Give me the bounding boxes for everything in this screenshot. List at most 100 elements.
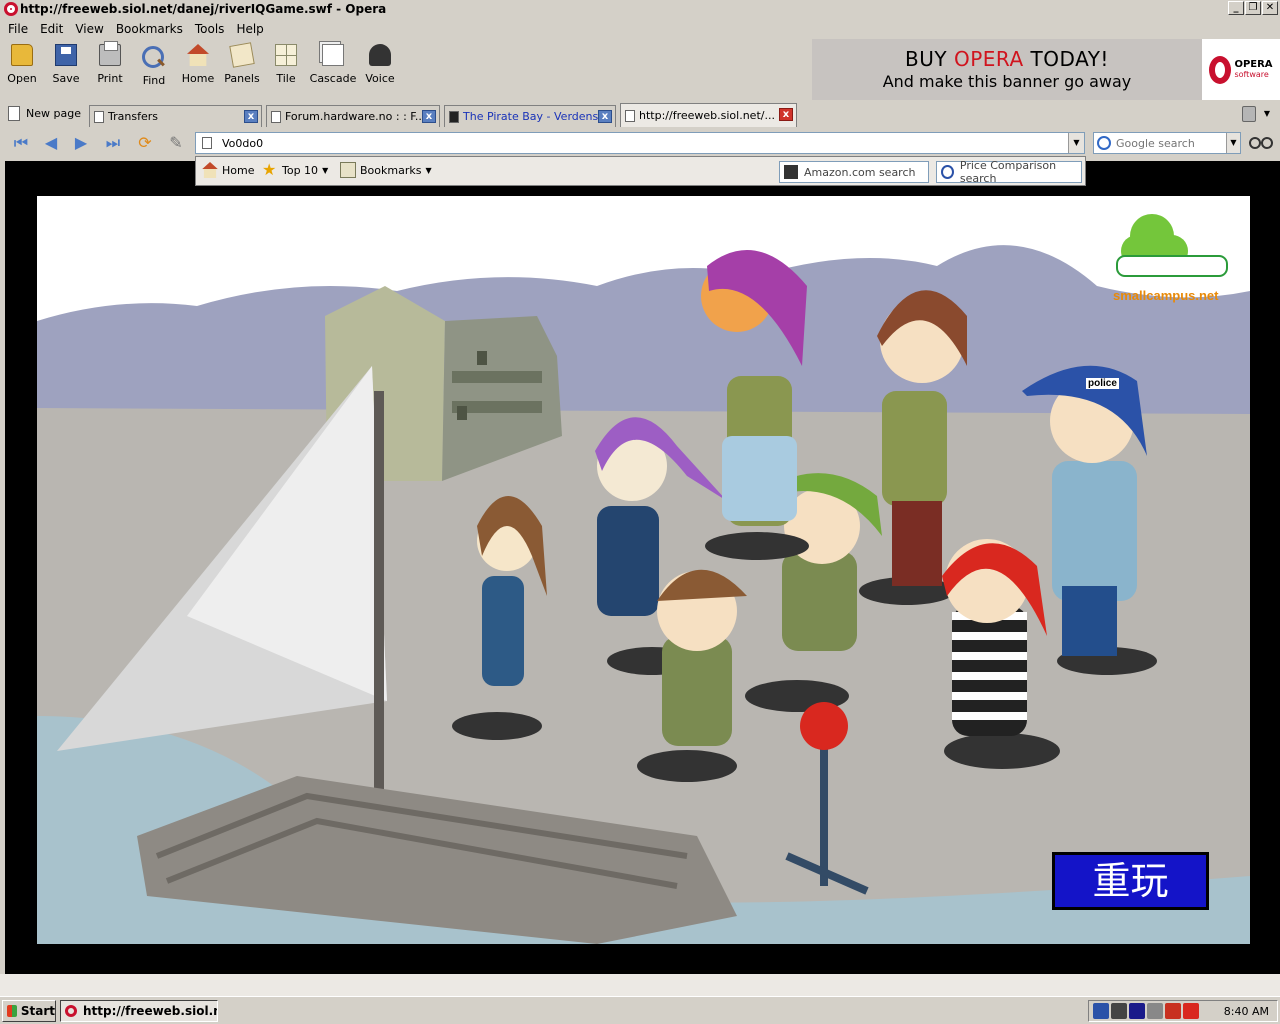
chevron-down-icon[interactable]: ▼ bbox=[1068, 133, 1084, 153]
print-button[interactable]: Print bbox=[88, 39, 132, 99]
panels-button[interactable]: Panels bbox=[220, 39, 264, 99]
amazon-icon bbox=[784, 165, 798, 179]
close-tab-icon[interactable]: x bbox=[779, 108, 793, 121]
page-icon bbox=[271, 110, 281, 123]
mast bbox=[374, 391, 384, 821]
opera-icon bbox=[4, 2, 18, 16]
address-field[interactable]: ▼ bbox=[195, 132, 1085, 154]
close-tab-icon[interactable]: x bbox=[598, 110, 612, 123]
fast-forward-icon[interactable]: ⏭ bbox=[102, 133, 124, 153]
banner-headline: BUY OPERA TODAY! bbox=[905, 47, 1109, 71]
floppy-icon bbox=[55, 44, 77, 66]
windows-flag-icon bbox=[7, 1005, 17, 1017]
house-icon bbox=[187, 44, 209, 66]
tab-bar: New page Transfers x Forum.hardware.no : … bbox=[0, 101, 1280, 127]
clock: 8:40 AM bbox=[1223, 1005, 1269, 1018]
tile-icon bbox=[275, 44, 297, 66]
personal-bookmarks[interactable]: Bookmarks ▼ bbox=[340, 162, 432, 178]
network-icon[interactable] bbox=[1093, 1003, 1109, 1019]
menu-file[interactable]: File bbox=[2, 22, 34, 36]
page-icon bbox=[625, 109, 635, 122]
forward-icon[interactable]: ▶ bbox=[70, 133, 92, 153]
status-bar bbox=[0, 974, 1280, 996]
steam-icon[interactable] bbox=[1111, 1003, 1127, 1019]
transfers-icon bbox=[94, 110, 104, 123]
edit-icon[interactable]: ✎ bbox=[165, 133, 187, 153]
opera-o-icon bbox=[1209, 55, 1232, 84]
tab-transfers[interactable]: Transfers x bbox=[89, 105, 262, 127]
tab-forum-hardware[interactable]: Forum.hardware.no : : F... x bbox=[266, 105, 440, 127]
personal-top10[interactable]: ★ Top 10 ▼ bbox=[262, 162, 328, 178]
opera-icon bbox=[65, 1005, 77, 1017]
window-controls: _ ❐ ✕ bbox=[1228, 1, 1278, 15]
menu-help[interactable]: Help bbox=[230, 22, 269, 36]
tab-freeweb-siol[interactable]: http://freeweb.siol.net/... x bbox=[620, 103, 797, 127]
tab-pirate-bay[interactable]: The Pirate Bay - Verdens... x bbox=[444, 105, 616, 127]
address-input[interactable] bbox=[222, 136, 1062, 150]
home-button[interactable]: Home bbox=[176, 39, 220, 99]
panels-icon bbox=[229, 42, 255, 68]
search-field[interactable]: ▼ bbox=[1093, 132, 1241, 154]
banner-subline: And make this banner go away bbox=[882, 72, 1132, 91]
chevron-down-icon: ▼ bbox=[425, 165, 432, 175]
bookmark-icon bbox=[340, 162, 356, 178]
chevron-down-icon[interactable]: ▼ bbox=[1226, 133, 1240, 153]
menu-edit[interactable]: Edit bbox=[34, 22, 69, 36]
opera-logo: OPERA software bbox=[1202, 39, 1280, 100]
find-button[interactable]: Find bbox=[132, 39, 176, 99]
taskbar-item-opera[interactable]: http://freeweb.siol.n... bbox=[60, 1000, 218, 1022]
volume-icon[interactable] bbox=[1147, 1003, 1163, 1019]
close-button[interactable]: ✕ bbox=[1262, 1, 1278, 15]
ad-banner[interactable]: BUY OPERA TODAY! And make this banner go… bbox=[812, 39, 1202, 100]
menu-bar: File Edit View Bookmarks Tools Help bbox=[0, 19, 1280, 39]
magnifier-icon bbox=[142, 46, 164, 68]
voice-button[interactable]: Voice bbox=[358, 39, 402, 99]
page-icon bbox=[8, 106, 20, 121]
flash-game[interactable] bbox=[37, 196, 1250, 944]
main-toolbar: Open Save Print Find Home Panels Tile Ca… bbox=[0, 39, 812, 99]
back-icon[interactable]: ◀ bbox=[40, 133, 62, 153]
minimize-button[interactable]: _ bbox=[1228, 1, 1244, 15]
star-icon: ★ bbox=[262, 160, 277, 179]
replay-button[interactable]: 重玩 bbox=[1052, 852, 1209, 910]
price-icon bbox=[941, 165, 954, 179]
open-button[interactable]: Open bbox=[0, 39, 44, 99]
printer-icon bbox=[99, 41, 121, 66]
game-scene bbox=[37, 196, 1250, 944]
system-tray: 8:40 AM bbox=[1088, 1000, 1278, 1022]
tile-button[interactable]: Tile bbox=[264, 39, 308, 99]
media-icon[interactable] bbox=[1129, 1003, 1145, 1019]
personal-bar: Home ★ Top 10 ▼ Bookmarks ▼ Amazon.com sear… bbox=[195, 156, 1086, 186]
search-input[interactable] bbox=[1116, 136, 1224, 150]
menu-bookmarks[interactable]: Bookmarks bbox=[110, 22, 189, 36]
pirate-ship-icon bbox=[449, 110, 459, 123]
trash-icon[interactable] bbox=[1242, 106, 1256, 122]
restore-button[interactable]: ❐ bbox=[1245, 1, 1261, 15]
window-title: http://freeweb.siol.net/danej/riverIQGam… bbox=[20, 2, 387, 16]
glasses-icon[interactable] bbox=[1249, 135, 1273, 149]
chevron-down-icon[interactable]: ▼ bbox=[1264, 109, 1270, 118]
google-icon bbox=[1097, 136, 1111, 150]
reload-icon[interactable]: ⟳ bbox=[134, 133, 156, 153]
menu-view[interactable]: View bbox=[69, 22, 109, 36]
site-name: smallcampus.net bbox=[1113, 288, 1219, 303]
new-page-button[interactable]: New page bbox=[8, 106, 81, 121]
menu-tools[interactable]: Tools bbox=[189, 22, 231, 36]
title-bar: http://freeweb.siol.net/danej/riverIQGam… bbox=[0, 0, 1280, 18]
start-button[interactable]: Start bbox=[2, 1000, 56, 1022]
chevron-down-icon: ▼ bbox=[322, 165, 329, 175]
close-tab-icon[interactable]: x bbox=[244, 110, 258, 123]
police-cap-label: police bbox=[1086, 378, 1119, 389]
save-button[interactable]: Save bbox=[44, 39, 88, 99]
page-icon bbox=[202, 137, 212, 149]
address-toolbar: ⏮ ◀ ▶ ⏭ ⟳ ✎ ▼ ▼ bbox=[0, 129, 1280, 157]
price-comparison-search[interactable]: Price Comparison search bbox=[936, 159, 1082, 185]
alert-icon[interactable] bbox=[1183, 1003, 1199, 1019]
close-tab-icon[interactable]: x bbox=[422, 110, 436, 123]
rewind-icon[interactable]: ⏮ bbox=[10, 133, 32, 153]
antivirus-icon[interactable] bbox=[1165, 1003, 1181, 1019]
personal-home[interactable]: Home bbox=[202, 162, 254, 178]
microphone-icon bbox=[369, 44, 391, 66]
cascade-button[interactable]: Cascade bbox=[308, 39, 358, 99]
amazon-search[interactable]: Amazon.com search bbox=[779, 161, 929, 183]
